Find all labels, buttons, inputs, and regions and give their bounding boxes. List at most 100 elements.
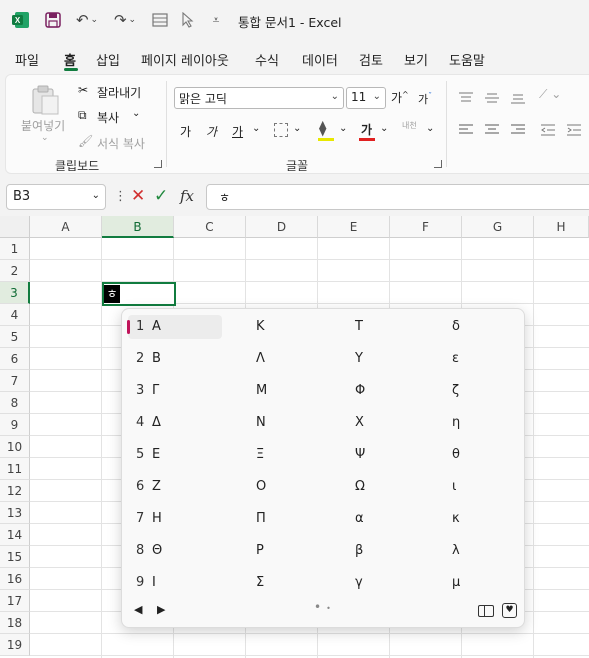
customize-qat-icon[interactable]: ⩡ [208, 10, 224, 30]
font-color-button[interactable]: 가 [361, 121, 372, 138]
align-left-icon[interactable] [458, 123, 474, 140]
row-header-10[interactable]: 10 [0, 436, 30, 458]
cancel-icon[interactable]: ✕ [131, 186, 145, 206]
underline-dropdown-icon[interactable]: ⌄ [252, 123, 260, 134]
copy-dropdown-icon[interactable]: ⌄ [132, 108, 140, 119]
next-page-icon[interactable]: ▶ [157, 603, 165, 616]
enter-icon[interactable]: ✓ [154, 186, 168, 206]
candidate-item[interactable]: 4Δ [136, 415, 161, 430]
save-icon[interactable] [42, 10, 64, 30]
candidate-item[interactable]: 2Β [136, 351, 161, 366]
border-icon[interactable] [274, 123, 288, 137]
candidate-item[interactable]: Ο [256, 479, 266, 494]
candidate-item[interactable]: κ [452, 511, 460, 526]
row-header-3[interactable]: 3 [0, 282, 30, 304]
candidate-item[interactable]: Φ [355, 383, 365, 398]
favorites-icon[interactable]: ♥ [502, 603, 517, 618]
candidate-item[interactable]: Ω [355, 479, 365, 494]
row-header-8[interactable]: 8 [0, 392, 30, 414]
candidate-item[interactable]: λ [452, 543, 460, 558]
decrease-indent-icon[interactable] [540, 123, 556, 140]
row-header-6[interactable]: 6 [0, 348, 30, 370]
candidate-item[interactable]: Λ [256, 351, 265, 366]
copy-button[interactable]: 복사 [97, 109, 119, 126]
candidate-item[interactable]: μ [452, 575, 460, 590]
tab-insert[interactable]: 삽입 [96, 50, 120, 69]
more-options-icon[interactable]: ⋮ [114, 189, 127, 204]
tab-file[interactable]: 파일 [15, 50, 39, 69]
candidate-item[interactable]: γ [355, 575, 363, 590]
tab-view[interactable]: 보기 [404, 50, 428, 69]
candidate-item[interactable]: Κ [256, 319, 265, 334]
expand-view-icon[interactable] [478, 605, 494, 617]
row-header-12[interactable]: 12 [0, 480, 30, 502]
fill-color-dropdown-icon[interactable]: ⌄ [339, 123, 347, 134]
column-header-b[interactable]: B [102, 216, 174, 238]
candidate-item[interactable]: Υ [355, 351, 363, 366]
orientation-icon[interactable]: ⟋ ⌄ [539, 87, 561, 102]
tab-home[interactable]: 홈 [64, 50, 76, 69]
row-header-2[interactable]: 2 [0, 260, 30, 282]
tab-review[interactable]: 검토 [359, 50, 383, 69]
candidate-item[interactable]: Ν [256, 415, 266, 430]
column-header-h[interactable]: H [534, 216, 589, 238]
redo-icon[interactable]: ↷ ⌄ [110, 10, 140, 30]
align-top-icon[interactable] [458, 91, 474, 108]
candidate-item[interactable]: Π [256, 511, 266, 526]
tab-help[interactable]: 도움말 [449, 50, 485, 69]
undo-icon[interactable]: ↶ ⌄ [72, 10, 102, 30]
border-dropdown-icon[interactable]: ⌄ [293, 123, 301, 134]
underline-button[interactable]: 가 [232, 123, 243, 140]
row-header-13[interactable]: 13 [0, 502, 30, 524]
column-header-g[interactable]: G [462, 216, 534, 238]
increase-indent-icon[interactable] [566, 123, 582, 140]
row-header-1[interactable]: 1 [0, 238, 30, 260]
tab-formulas[interactable]: 수식 [255, 50, 279, 69]
column-header-d[interactable]: D [246, 216, 318, 238]
column-header-c[interactable]: C [174, 216, 246, 238]
fill-color-icon[interactable]: ⧫ [319, 119, 326, 137]
name-box[interactable]: B3 ⌄ [6, 184, 106, 210]
align-right-icon[interactable] [510, 123, 526, 140]
candidate-item[interactable]: ζ [452, 383, 459, 398]
row-header-16[interactable]: 16 [0, 568, 30, 590]
column-header-a[interactable]: A [30, 216, 102, 238]
row-header-9[interactable]: 9 [0, 414, 30, 436]
font-size-select[interactable]: 11 ⌄ [346, 87, 386, 109]
candidate-item[interactable]: Σ [256, 575, 264, 590]
copy-icon[interactable]: ⧉ [78, 108, 87, 123]
candidate-item[interactable]: 8Θ [136, 543, 162, 558]
format-painter-icon[interactable]: 🖌 [78, 134, 93, 148]
select-all-corner[interactable] [0, 216, 30, 238]
candidate-item[interactable]: η [452, 415, 460, 430]
row-header-5[interactable]: 5 [0, 326, 30, 348]
row-header-11[interactable]: 11 [0, 458, 30, 480]
phonetic-dropdown-icon[interactable]: ⌄ [426, 123, 434, 134]
candidate-item[interactable]: β [355, 543, 363, 558]
candidate-item[interactable]: 1Α [136, 319, 161, 334]
insert-function-button[interactable]: fx [180, 187, 194, 205]
candidate-item[interactable]: Ψ [355, 447, 365, 462]
align-center-icon[interactable] [484, 123, 500, 140]
grow-font-button[interactable]: 가^ [391, 89, 409, 106]
bold-button[interactable]: 가 [180, 123, 191, 140]
candidate-item[interactable]: Χ [355, 415, 364, 430]
candidate-item[interactable]: Τ [355, 319, 363, 334]
candidate-item[interactable]: Ξ [256, 447, 264, 462]
row-header-19[interactable]: 19 [0, 634, 30, 656]
candidate-item[interactable]: α [355, 511, 364, 526]
candidate-item[interactable]: 3Γ [136, 383, 159, 398]
formula-input[interactable]: ㅎ [206, 184, 589, 210]
align-bottom-icon[interactable] [510, 91, 526, 108]
font-launcher-icon[interactable] [434, 160, 442, 168]
font-name-select[interactable]: 맑은 고딕 ⌄ [174, 87, 344, 109]
italic-button[interactable]: 가 [206, 123, 217, 140]
phonetic-button[interactable]: 내천 [402, 121, 420, 130]
candidate-item[interactable]: 6Ζ [136, 479, 161, 494]
candidate-item[interactable]: ι [452, 479, 456, 494]
tab-page-layout[interactable]: 페이지 레이아웃 [141, 50, 229, 69]
candidate-item[interactable]: Μ [256, 383, 267, 398]
font-color-dropdown-icon[interactable]: ⌄ [380, 123, 388, 134]
column-header-f[interactable]: F [390, 216, 462, 238]
align-middle-icon[interactable] [484, 91, 500, 108]
